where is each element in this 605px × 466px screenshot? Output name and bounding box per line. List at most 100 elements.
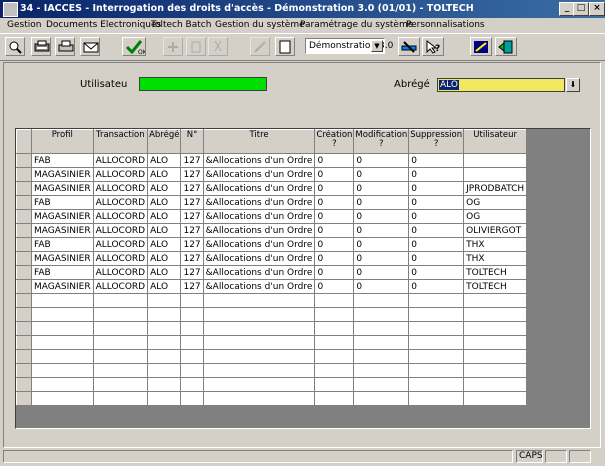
empty-cell[interactable]: [180, 363, 204, 378]
cell-creation[interactable]: 0: [314, 181, 355, 196]
empty-row[interactable]: [16, 293, 528, 308]
row-selector[interactable]: [16, 181, 32, 196]
ok-button[interactable]: OK: [122, 37, 146, 56]
empty-cell[interactable]: [92, 363, 149, 378]
cell-titre[interactable]: &Allocations d'un Ordre: [202, 223, 316, 238]
preview-button[interactable]: [5, 37, 25, 56]
row-selector[interactable]: [16, 153, 32, 168]
cell-titre[interactable]: &Allocations d'un Ordre: [202, 195, 316, 210]
empty-row[interactable]: [16, 321, 528, 336]
row-selector[interactable]: [16, 279, 32, 294]
empty-cell[interactable]: [408, 349, 465, 364]
cell-transaction[interactable]: ALLOCORD: [92, 279, 149, 294]
table-row[interactable]: MAGASINIER ALLOCORD ALO 127 &Allocations d'u…: [16, 279, 528, 294]
empty-row[interactable]: [16, 307, 528, 322]
empty-cell[interactable]: [408, 307, 465, 322]
empty-cell[interactable]: [31, 321, 94, 336]
cell-modification[interactable]: 0: [353, 237, 410, 252]
cell-creation[interactable]: 0: [314, 209, 355, 224]
empty-cell[interactable]: [353, 335, 410, 350]
empty-cell[interactable]: [31, 349, 94, 364]
row-selector[interactable]: [16, 167, 32, 182]
cell-numero[interactable]: 127: [180, 167, 204, 182]
row-selector[interactable]: [16, 349, 32, 364]
table-row[interactable]: MAGASINIER ALLOCORD ALO 127 &Allocations d'u…: [16, 181, 528, 196]
cell-transaction[interactable]: ALLOCORD: [92, 223, 149, 238]
cell-profil[interactable]: MAGASINIER: [31, 279, 94, 294]
empty-cell[interactable]: [353, 349, 410, 364]
menu-gestion-du-systeme[interactable]: Gestion du système: [215, 20, 305, 30]
cell-numero[interactable]: 127: [180, 181, 204, 196]
empty-cell[interactable]: [31, 377, 94, 392]
empty-cell[interactable]: [92, 307, 149, 322]
empty-cell[interactable]: [180, 293, 204, 308]
cell-utilisateur[interactable]: [463, 167, 528, 182]
cell-abrege[interactable]: ALO: [147, 153, 182, 168]
empty-cell[interactable]: [314, 335, 355, 350]
empty-cell[interactable]: [147, 363, 182, 378]
email-button[interactable]: [80, 37, 100, 56]
cell-profil[interactable]: MAGASINIER: [31, 181, 94, 196]
cell-numero[interactable]: 127: [180, 153, 204, 168]
cell-creation[interactable]: 0: [314, 167, 355, 182]
cell-utilisateur[interactable]: JPRODBATCH: [463, 181, 528, 196]
cell-profil[interactable]: MAGASINIER: [31, 167, 94, 182]
cell-creation[interactable]: 0: [314, 223, 355, 238]
empty-cell[interactable]: [147, 321, 182, 336]
empty-cell[interactable]: [353, 321, 410, 336]
row-selector[interactable]: [16, 293, 32, 308]
row-selector[interactable]: [16, 321, 32, 336]
menu-toltech-batch[interactable]: Toltech Batch: [151, 20, 211, 30]
col-profil-header[interactable]: Profil: [31, 129, 94, 154]
cell-transaction[interactable]: ALLOCORD: [92, 181, 149, 196]
cell-titre[interactable]: &Allocations d'un Ordre: [202, 153, 316, 168]
empty-cell[interactable]: [147, 293, 182, 308]
empty-cell[interactable]: [180, 377, 204, 392]
cell-profil[interactable]: FAB: [31, 153, 94, 168]
cell-utilisateur[interactable]: OG: [463, 209, 528, 224]
row-selector[interactable]: [16, 335, 32, 350]
cell-titre[interactable]: &Allocations d'un Ordre: [202, 279, 316, 294]
empty-cell[interactable]: [92, 377, 149, 392]
cut-button[interactable]: [208, 37, 228, 56]
cell-utilisateur[interactable]: OG: [463, 195, 528, 210]
maximize-button[interactable]: □: [573, 2, 589, 16]
cell-abrege[interactable]: ALO: [147, 265, 182, 280]
tools-button[interactable]: [398, 37, 420, 56]
empty-cell[interactable]: [314, 349, 355, 364]
cell-titre[interactable]: &Allocations d'un Ordre: [202, 181, 316, 196]
empty-cell[interactable]: [353, 377, 410, 392]
empty-cell[interactable]: [202, 293, 316, 308]
empty-cell[interactable]: [408, 321, 465, 336]
empty-cell[interactable]: [31, 391, 94, 406]
cell-titre[interactable]: &Allocations d'un Ordre: [202, 237, 316, 252]
empty-row[interactable]: [16, 391, 528, 406]
cell-modification[interactable]: 0: [353, 181, 410, 196]
empty-cell[interactable]: [353, 363, 410, 378]
cell-profil[interactable]: FAB: [31, 265, 94, 280]
close-button[interactable]: ×: [589, 2, 605, 16]
cell-utilisateur[interactable]: OLIVIERGOT: [463, 223, 528, 238]
empty-cell[interactable]: [314, 363, 355, 378]
empty-cell[interactable]: [31, 307, 94, 322]
empty-cell[interactable]: [147, 377, 182, 392]
row-selector[interactable]: [16, 251, 32, 266]
empty-row[interactable]: [16, 349, 528, 364]
abrege-field[interactable]: ALO: [437, 78, 565, 92]
empty-cell[interactable]: [314, 377, 355, 392]
cell-modification[interactable]: 0: [353, 265, 410, 280]
table-row[interactable]: FAB ALLOCORD ALO 127 &Allocations d'un Ordre…: [16, 265, 528, 280]
cell-suppression[interactable]: 0: [408, 153, 465, 168]
table-row[interactable]: FAB ALLOCORD ALO 127 &Allocations d'un Ordre…: [16, 153, 528, 168]
cell-abrege[interactable]: ALO: [147, 279, 182, 294]
empty-cell[interactable]: [463, 335, 528, 350]
empty-cell[interactable]: [463, 293, 528, 308]
cell-modification[interactable]: 0: [353, 167, 410, 182]
cell-titre[interactable]: &Allocations d'un Ordre: [202, 251, 316, 266]
cell-numero[interactable]: 127: [180, 237, 204, 252]
exit-button[interactable]: [495, 37, 517, 56]
cell-suppression[interactable]: 0: [408, 223, 465, 238]
empty-cell[interactable]: [353, 293, 410, 308]
empty-cell[interactable]: [202, 349, 316, 364]
cell-creation[interactable]: 0: [314, 153, 355, 168]
